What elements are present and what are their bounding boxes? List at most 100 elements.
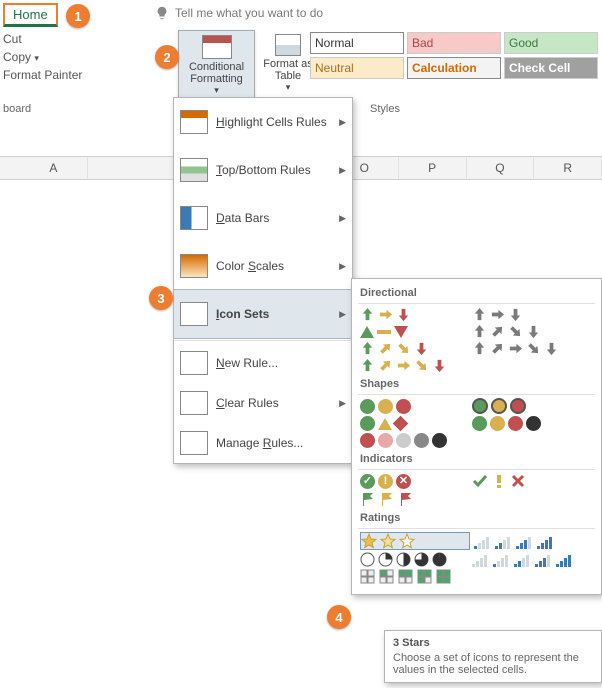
highlight-cells-rules-icon: [180, 110, 208, 134]
clear-rules-icon: [180, 391, 208, 415]
arrow-icon: [378, 341, 393, 356]
annotation-4: 4: [327, 605, 351, 629]
col-q[interactable]: Q: [467, 157, 535, 179]
gallery-header-directional: Directional: [354, 283, 599, 301]
star-icon: [399, 533, 415, 549]
arrow-icon: [472, 341, 487, 356]
iconset-4-arrows-gray[interactable]: [472, 324, 580, 339]
iconset-3-symbols[interactable]: [472, 473, 580, 489]
iconset-3-traffic-lights[interactable]: [360, 399, 468, 414]
menu-manage-rules[interactable]: Manage Rules...: [174, 423, 352, 463]
iconset-3-stars[interactable]: [360, 532, 470, 550]
style-calculation[interactable]: Calculation: [407, 57, 501, 79]
chevron-right-icon: ▶: [339, 398, 346, 409]
style-good[interactable]: Good: [504, 32, 598, 54]
arrow-icon: [526, 341, 541, 356]
gallery-header-shapes: Shapes: [354, 374, 599, 392]
iconset-5-quarters[interactable]: [360, 552, 468, 567]
conditional-formatting-button[interactable]: Conditional Formatting ▾: [178, 30, 255, 102]
boxes-icon: [436, 569, 452, 585]
pie-icon: [414, 552, 429, 567]
iconset-3-arrows[interactable]: [360, 307, 468, 322]
iconset-4-arrows[interactable]: [360, 341, 468, 356]
iconset-5-ratings[interactable]: [472, 552, 580, 567]
annotation-3: 3: [149, 286, 173, 310]
triangle-icon: [360, 326, 374, 338]
flag-icon: [398, 491, 414, 507]
iconset-5-boxes[interactable]: [360, 569, 468, 585]
col-a[interactable]: A: [20, 157, 88, 179]
arrow-icon: [432, 358, 447, 373]
dash-icon: [377, 330, 391, 334]
arrow-icon: [508, 341, 523, 356]
bars-icon: [472, 552, 490, 567]
circle-icon: [491, 398, 507, 414]
iconset-3-traffic-lights-rimmed[interactable]: [472, 398, 580, 414]
cut-button[interactable]: Cut: [3, 30, 103, 48]
star-icon: [361, 533, 377, 549]
style-check-cell[interactable]: Check Cell: [504, 57, 598, 79]
new-rule-icon: [180, 351, 208, 375]
lightbulb-icon: [155, 6, 169, 20]
arrow-icon: [526, 324, 541, 339]
iconset-5-arrows[interactable]: [360, 358, 468, 373]
check-icon: [472, 473, 488, 489]
iconset-3-symbols-circled[interactable]: ✓!✕: [360, 474, 468, 489]
pie-icon: [432, 552, 447, 567]
menu-data-bars[interactable]: Data Bars ▶: [174, 194, 352, 242]
gallery-header-indicators: Indicators: [354, 449, 599, 467]
boxes-icon: [417, 569, 433, 585]
manage-rules-icon: [180, 431, 208, 455]
format-as-table-icon: [275, 34, 301, 56]
arrow-icon: [378, 358, 393, 373]
cell-styles-gallery[interactable]: Normal Bad Good Neutral Calculation Chec…: [310, 32, 598, 79]
col-r[interactable]: R: [534, 157, 602, 179]
iconset-red-to-black[interactable]: [360, 433, 468, 448]
arrow-icon: [360, 358, 375, 373]
symbol-icon: ✓: [360, 474, 375, 489]
iconset-3-flags[interactable]: [360, 491, 468, 507]
iconset-3-signs[interactable]: [360, 416, 468, 431]
iconset-3-triangles[interactable]: [360, 326, 468, 338]
data-bars-icon: [180, 206, 208, 230]
home-tab[interactable]: Home: [3, 3, 58, 27]
clipboard-section-label: board: [3, 103, 31, 115]
style-neutral[interactable]: Neutral: [310, 57, 404, 79]
menu-top-bottom-rules[interactable]: Top/Bottom Rules ▶: [174, 146, 352, 194]
iconset-5-arrows-gray[interactable]: [472, 341, 580, 356]
bars-icon: [516, 534, 534, 549]
tellme-search[interactable]: Tell me what you want to do: [155, 6, 323, 20]
boxes-icon: [360, 569, 376, 585]
circle-icon: [472, 416, 487, 431]
menu-clear-rules[interactable]: Clear Rules ▶: [174, 383, 352, 423]
pie-icon: [360, 552, 375, 567]
menu-color-scales[interactable]: Color Scales ▶: [174, 242, 352, 290]
icon-sets-icon: [180, 302, 208, 326]
iconset-4-ratings[interactable]: [474, 534, 582, 549]
symbol-icon: !: [378, 474, 393, 489]
boxes-icon: [398, 569, 414, 585]
iconset-4-traffic-lights[interactable]: [472, 416, 580, 431]
clipboard-group: Cut Copy ▾ Format Painter: [3, 30, 103, 84]
chevron-right-icon: ▶: [339, 165, 346, 176]
circle-icon: [508, 416, 523, 431]
circle-icon: [432, 433, 447, 448]
bars-icon: [493, 552, 511, 567]
copy-button[interactable]: Copy ▾: [3, 48, 103, 66]
menu-icon-sets[interactable]: Icon Sets ▶: [173, 289, 353, 339]
style-bad[interactable]: Bad: [407, 32, 501, 54]
format-painter-button[interactable]: Format Painter: [3, 66, 103, 84]
iconset-3-arrows-gray[interactable]: [472, 307, 580, 322]
circle-icon: [490, 416, 505, 431]
circle-icon: [378, 433, 393, 448]
col-p[interactable]: P: [399, 157, 467, 179]
menu-highlight-cells-rules[interactable]: Highlight Cells Rules ▶: [174, 98, 352, 146]
menu-new-rule[interactable]: New Rule...: [174, 343, 352, 383]
bars-icon: [514, 552, 532, 567]
diamond-icon: [393, 416, 409, 432]
circle-icon: [396, 399, 411, 414]
cross-icon: [510, 473, 526, 489]
chevron-right-icon: ▶: [339, 261, 346, 272]
style-normal[interactable]: Normal: [310, 32, 404, 54]
bars-icon: [535, 552, 553, 567]
